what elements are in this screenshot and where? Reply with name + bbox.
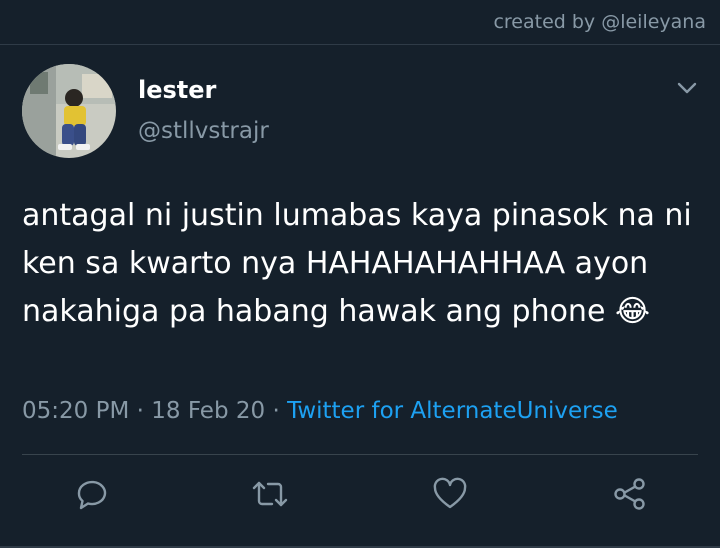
- divider: [22, 454, 698, 455]
- avatar-image: [22, 64, 116, 158]
- retweet-icon: [252, 481, 288, 507]
- meta-separator: ·: [272, 398, 280, 424]
- watermark-text: created by @leileyana: [493, 11, 706, 33]
- tweet-meta: 05:20 PM · 18 Feb 20 · Twitter for Alter…: [22, 398, 618, 424]
- chevron-down-icon[interactable]: [676, 80, 698, 96]
- heart-icon: [433, 477, 467, 509]
- tweet-date: 18 Feb 20: [151, 398, 266, 424]
- reply-icon: [77, 480, 107, 510]
- user-handle[interactable]: @stllvstrajr: [138, 118, 269, 144]
- display-name[interactable]: lester: [138, 76, 216, 104]
- share-button[interactable]: [610, 474, 650, 514]
- tweet-body: antagal ni justin lumabas kaya pinasok n…: [22, 198, 692, 329]
- top-bar: created by @leileyana: [0, 0, 720, 45]
- avatar[interactable]: [22, 64, 116, 158]
- meta-separator: ·: [136, 398, 144, 424]
- share-icon: [614, 478, 645, 510]
- reply-button[interactable]: [72, 474, 112, 514]
- face-with-tears-of-joy-emoji: 😂: [614, 294, 651, 329]
- tweet-text: antagal ni justin lumabas kaya pinasok n…: [22, 192, 702, 336]
- tweet-source-link[interactable]: Twitter for AlternateUniverse: [287, 398, 618, 424]
- tweet-time: 05:20 PM: [22, 398, 130, 424]
- retweet-button[interactable]: [250, 474, 290, 514]
- like-button[interactable]: [430, 474, 470, 514]
